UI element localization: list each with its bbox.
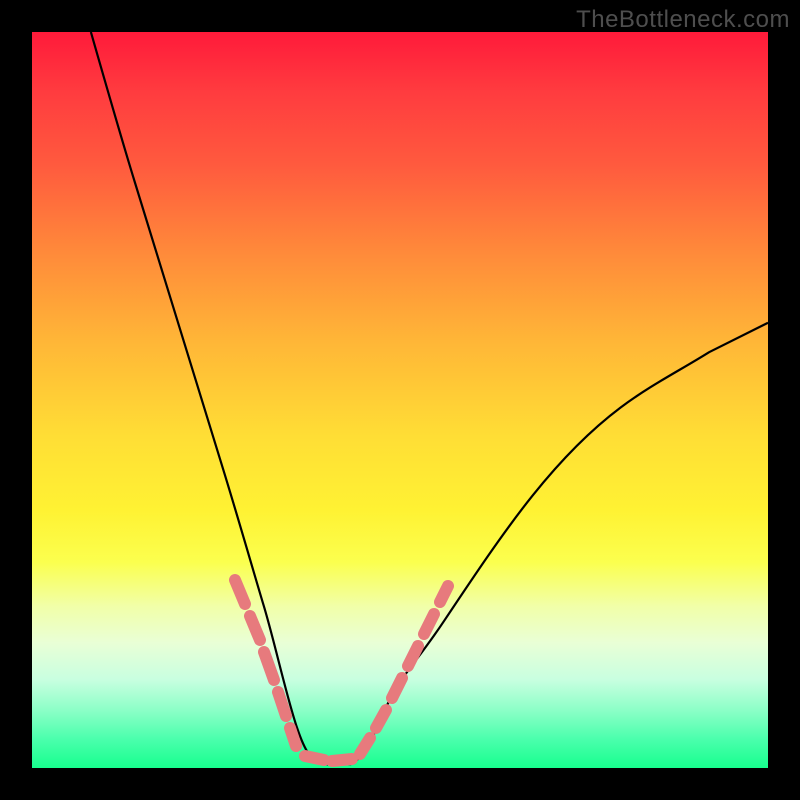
chart-plot-area bbox=[32, 32, 768, 768]
chart-svg bbox=[32, 32, 768, 768]
bottleneck-curve bbox=[91, 32, 768, 764]
optimal-range-markers bbox=[235, 580, 448, 761]
watermark-text: TheBottleneck.com bbox=[576, 6, 790, 34]
